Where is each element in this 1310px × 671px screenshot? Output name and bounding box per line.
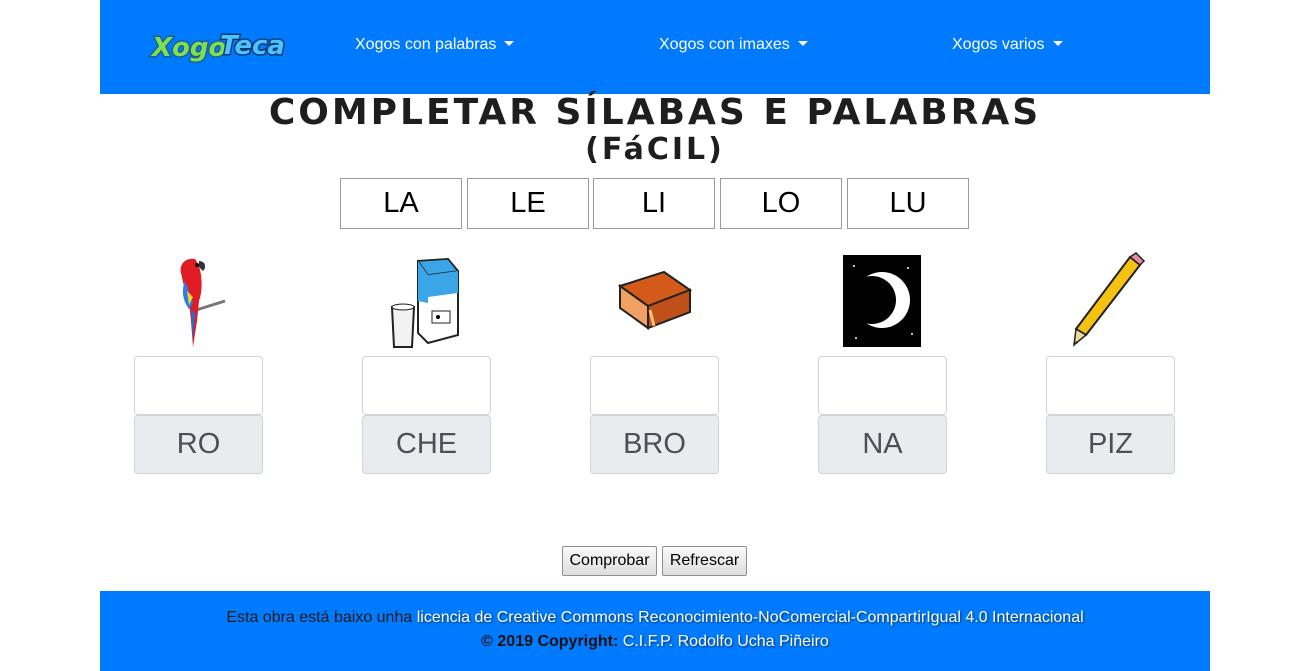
- word-suffix: RO: [134, 415, 263, 474]
- syllable-tile[interactable]: LU: [847, 178, 969, 229]
- page: Xogo Teca Xogos con palabras Xogos con i…: [0, 0, 1310, 671]
- copyright-prefix: © 2019 Copyright:: [481, 633, 619, 650]
- word-suffix: CHE: [362, 415, 491, 474]
- copyright-link[interactable]: C.I.F.P. Rodolfo Ucha Piñeiro: [623, 633, 829, 650]
- xogoteca-logo[interactable]: Xogo Teca: [148, 22, 293, 70]
- page-subtitle: (FáCIL): [585, 132, 725, 167]
- nav-xogos-varios[interactable]: Xogos varios: [952, 36, 1063, 54]
- milk-carton-image: [362, 250, 490, 352]
- caret-down-icon: [504, 41, 515, 46]
- navbar: Xogo Teca Xogos con palabras Xogos con i…: [100, 0, 1210, 94]
- copyright-line: © 2019 Copyright: C.I.F.P. Rodolfo Ucha …: [100, 633, 1210, 651]
- svg-text:Xogo: Xogo: [150, 33, 226, 63]
- moon-image: [818, 250, 946, 352]
- answer-drop-zone[interactable]: [590, 356, 719, 415]
- svg-text:Teca: Teca: [220, 31, 285, 61]
- word-suffix: NA: [818, 415, 947, 474]
- check-button[interactable]: Comprobar: [562, 546, 657, 576]
- pencil-image: [1046, 250, 1174, 352]
- answer-drop-zone[interactable]: [134, 356, 263, 415]
- syllable-tile[interactable]: LE: [467, 178, 589, 229]
- page-title: COMPLETAR SÍLABAS E PALABRAS: [268, 92, 1042, 133]
- answer-drop-zone[interactable]: [1046, 356, 1175, 415]
- word-suffix: BRO: [590, 415, 719, 474]
- syllable-tile[interactable]: LO: [720, 178, 842, 229]
- parrot-image: [134, 250, 262, 352]
- syllable-tile[interactable]: LI: [593, 178, 715, 229]
- license-link[interactable]: licencia de Creative Commons Reconocimie…: [417, 609, 1084, 626]
- nav-xogos-varios-label: Xogos varios: [952, 36, 1045, 53]
- answer-drop-zone[interactable]: [362, 356, 491, 415]
- nav-xogos-imaxes-label: Xogos con imaxes: [659, 36, 790, 53]
- nav-xogos-palabras-label: Xogos con palabras: [355, 36, 497, 53]
- license-prefix: Esta obra está baixo unha: [226, 609, 413, 626]
- caret-down-icon: [797, 41, 808, 46]
- nav-xogos-palabras[interactable]: Xogos con palabras: [355, 36, 515, 54]
- nav-xogos-imaxes[interactable]: Xogos con imaxes: [659, 36, 808, 54]
- word-suffix: PIZ: [1046, 415, 1175, 474]
- license-line: Esta obra está baixo unha licencia de Cr…: [100, 609, 1210, 627]
- refresh-button[interactable]: Refrescar: [662, 546, 747, 576]
- answer-drop-zone[interactable]: [818, 356, 947, 415]
- book-image: [590, 250, 718, 352]
- footer: Esta obra está baixo unha licencia de Cr…: [100, 591, 1210, 671]
- syllable-tile[interactable]: LA: [340, 178, 462, 229]
- caret-down-icon: [1052, 41, 1063, 46]
